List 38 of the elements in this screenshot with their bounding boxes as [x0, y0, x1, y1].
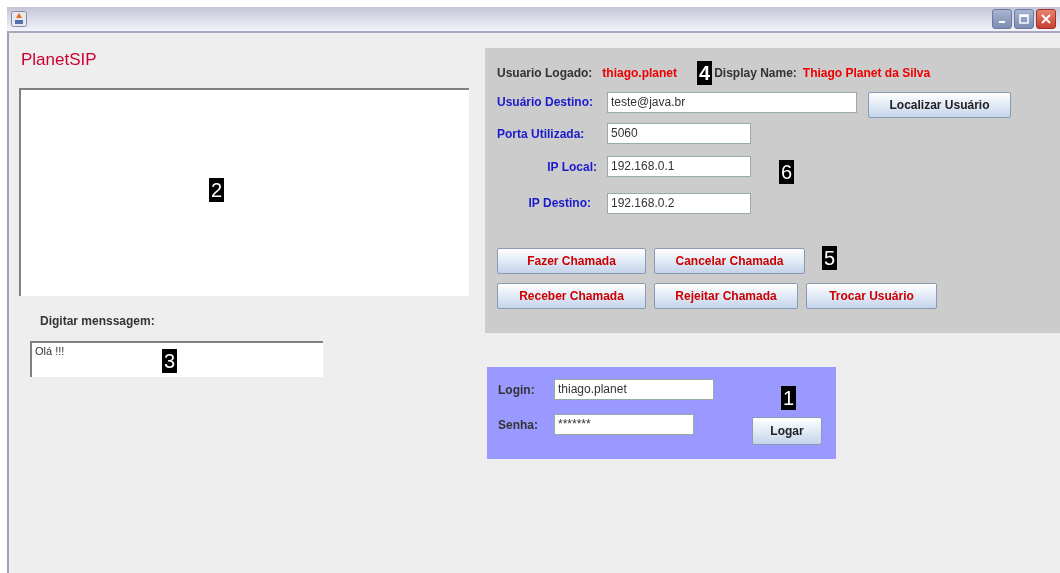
- call-button[interactable]: Fazer Chamada: [497, 248, 646, 274]
- close-icon: [1041, 14, 1051, 24]
- input-field[interactable]: teste@java.br: [607, 91, 857, 113]
- field-label: IP Destino:: [527, 196, 592, 210]
- find-user-button[interactable]: Localizar Usuário: [868, 92, 1011, 118]
- callout-number: 6: [779, 159, 795, 184]
- close-button[interactable]: [1036, 9, 1056, 29]
- field-label: IP Local:: [546, 159, 597, 174]
- logged-user-label: Usuario Logado:: [497, 66, 593, 80]
- input-field[interactable]: thiago.planet: [554, 379, 714, 400]
- message-text: Olá !!!: [35, 345, 65, 357]
- call-button[interactable]: Cancelar Chamada: [654, 248, 805, 274]
- logged-user: thiago.planet: [602, 66, 677, 80]
- callout-number: 5: [822, 246, 838, 270]
- callout-number: 2: [209, 178, 225, 202]
- input-field[interactable]: 5060: [607, 123, 751, 144]
- input-field[interactable]: 192.168.0.1: [607, 156, 751, 177]
- field-label: Login:: [498, 382, 536, 397]
- call-button[interactable]: Trocar Usuário: [806, 283, 937, 309]
- input-field[interactable]: 192.168.0.2: [607, 192, 751, 214]
- maximize-icon: [1019, 14, 1029, 24]
- maximize-button[interactable]: [1014, 9, 1034, 29]
- field-label: Porta Utilizada:: [497, 126, 586, 141]
- callout-number: 4: [697, 61, 713, 85]
- display-name: Thiago Planet da Silva: [802, 66, 931, 80]
- display-name-label: Display Name:: [714, 66, 797, 80]
- app-title: PlanetSIP: [21, 50, 98, 71]
- message-label: Digitar menssagem:: [40, 314, 156, 328]
- input-field[interactable]: *******: [554, 414, 694, 435]
- call-button[interactable]: Rejeitar Chamada: [654, 283, 798, 309]
- callout-number: 3: [162, 349, 178, 373]
- message-field[interactable]: Olá !!! 3: [30, 341, 323, 377]
- field-label: Usuário Destino:: [497, 95, 594, 109]
- field-label: Senha:: [498, 417, 539, 432]
- call-button[interactable]: Receber Chamada: [497, 283, 646, 309]
- callout-number: 1: [780, 386, 797, 410]
- login-button[interactable]: Logar: [752, 417, 822, 445]
- minimize-button[interactable]: [992, 9, 1012, 29]
